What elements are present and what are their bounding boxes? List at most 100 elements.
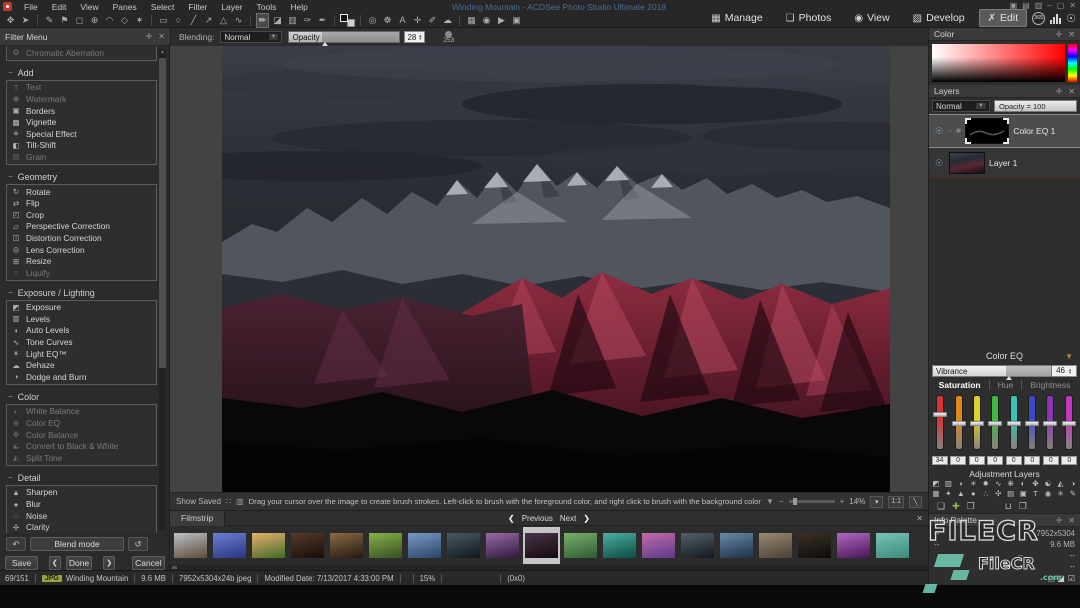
arrow-tool-icon[interactable]: ↗: [202, 14, 215, 27]
next-image-button[interactable]: ❯: [103, 556, 115, 570]
pencil-tool-icon[interactable]: ✎: [43, 14, 56, 27]
slider-value-4[interactable]: 0: [987, 456, 1004, 465]
add-adjustment-layer-icon[interactable]: ✚: [952, 501, 960, 512]
marquee-tool-icon[interactable]: ◻: [73, 14, 86, 27]
layer-opacity-slider[interactable]: Opacity = 100: [994, 100, 1077, 112]
clone-stamp-tool-icon[interactable]: ✒: [316, 14, 329, 27]
zoom-dropdown-button[interactable]: ▾: [870, 495, 884, 508]
filmstrip-scroll-thumb[interactable]: [172, 566, 177, 569]
adjustment-layer-icon[interactable]: ▣: [1018, 489, 1029, 499]
adjustment-layer-icon[interactable]: ◭: [1055, 479, 1066, 489]
info-check-icon[interactable]: ☑: [1068, 574, 1075, 583]
filter-noise[interactable]: ∴ Noise: [7, 510, 156, 522]
menu-tools[interactable]: Tools: [250, 2, 284, 12]
slider-value-5[interactable]: 0: [1005, 456, 1022, 465]
filmstrip-thumbnail-4[interactable]: [289, 527, 326, 564]
adjustment-layer-icon[interactable]: ∴: [980, 489, 991, 499]
adjustment-layer-icon[interactable]: T: [1030, 489, 1041, 499]
adjustment-layer-icon[interactable]: ▥: [943, 479, 954, 489]
eraser-tool-icon[interactable]: ◪: [271, 14, 284, 27]
filter-special-effect[interactable]: ✳ Special Effect: [7, 128, 156, 140]
layer-row-color-eq[interactable]: ☉ ▫ ❋ Color EQ 1: [929, 114, 1080, 148]
flag-tool-icon[interactable]: ⚑: [58, 14, 71, 27]
background-color-swatch[interactable]: [347, 19, 355, 27]
info-swatch-icon[interactable]: ◻: [1048, 574, 1055, 583]
filter-convert-to-black-white[interactable]: ☯ Convert to Black & White: [7, 440, 156, 452]
menu-panes[interactable]: Panes: [106, 2, 144, 12]
slider-handle[interactable]: [1043, 421, 1058, 427]
collapse-icon[interactable]: −: [8, 392, 13, 401]
filter-lens-correction[interactable]: ◎ Lens Correction: [7, 244, 156, 256]
filmstrip-tab[interactable]: Filmstrip: [170, 510, 226, 526]
zoom-menu-icon[interactable]: ▼: [766, 497, 774, 506]
menu-select[interactable]: Select: [144, 2, 182, 12]
color-panel-header[interactable]: Color ✛ ✕: [929, 28, 1080, 41]
menu-filter[interactable]: Filter: [181, 2, 214, 12]
slider-value-1[interactable]: 34: [931, 456, 948, 465]
filter-section-detail[interactable]: − Detail: [0, 470, 170, 485]
grid-view-tool-icon[interactable]: ▦: [465, 14, 478, 27]
adjustment-layer-icon[interactable]: ▲: [955, 489, 966, 499]
filter-vignette[interactable]: ▩ Vignette: [7, 116, 156, 128]
pin-tool-icon[interactable]: ✛: [411, 14, 424, 27]
filmstrip-thumbnail-12[interactable]: [601, 527, 638, 564]
filmstrip-thumbnail-8[interactable]: [445, 527, 482, 564]
menu-help[interactable]: Help: [283, 2, 314, 12]
collapse-icon[interactable]: −: [8, 473, 13, 482]
filmstrip-thumbnail-1[interactable]: [172, 527, 209, 564]
foreground-color-swatch[interactable]: [340, 14, 348, 22]
filmstrip-thumbnail-5[interactable]: [328, 527, 365, 564]
slider-value-6[interactable]: 0: [1024, 456, 1041, 465]
adjustment-layer-icon[interactable]: ✳: [1055, 489, 1066, 499]
mode-photos-button[interactable]: ❑ Photos: [777, 9, 841, 27]
filmstrip-thumbnail-18[interactable]: [835, 527, 872, 564]
image-canvas[interactable]: [170, 46, 928, 492]
filmstrip-thumbnail-17[interactable]: [796, 527, 833, 564]
color-swatches-icon[interactable]: [340, 14, 355, 27]
slider-value-8[interactable]: 0: [1061, 456, 1078, 465]
menu-layer[interactable]: Layer: [214, 2, 249, 12]
filter-section-geometry[interactable]: − Geometry: [0, 169, 170, 184]
cancel-button[interactable]: Cancel: [131, 556, 165, 570]
adjustment-layer-icon[interactable]: ◑: [1067, 479, 1078, 489]
next-button[interactable]: Next: [560, 514, 576, 523]
filter-flip[interactable]: ⇄ Flip: [7, 197, 156, 209]
filmstrip-close-icon[interactable]: ✕: [916, 514, 923, 523]
photo-winding-mountain[interactable]: [170, 46, 928, 492]
filter-perspective-correction[interactable]: ▱ Perspective Correction: [7, 221, 156, 233]
pin-icon[interactable]: ✛: [146, 32, 153, 41]
ellipse-tool-icon[interactable]: ○: [172, 14, 185, 27]
coloreq-slider-8[interactable]: [1061, 395, 1076, 454]
coloreq-slider-2[interactable]: [951, 395, 966, 454]
text-tool-icon[interactable]: A: [396, 14, 409, 27]
adjustment-layer-icon[interactable]: ▦: [930, 489, 941, 499]
spinner-icon[interactable]: ▲ ▼: [1068, 367, 1072, 374]
previous-button[interactable]: Previous: [522, 514, 553, 523]
slider-value-2[interactable]: 0: [950, 456, 967, 465]
magic-wand-tool-icon[interactable]: ✶: [133, 14, 146, 27]
tab-brightness[interactable]: Brightness: [1022, 380, 1078, 390]
adjustment-layer-icon[interactable]: ✣: [993, 489, 1004, 499]
filter-sharpen[interactable]: ▲ Sharpen: [7, 487, 156, 499]
vibrance-value-box[interactable]: 46 ▲ ▼: [1051, 364, 1077, 377]
adjustment-layer-icon[interactable]: ☯: [1043, 479, 1054, 489]
filmstrip-thumbnail-7[interactable]: [406, 527, 443, 564]
move-tool-icon[interactable]: ⊕: [88, 14, 101, 27]
color-saturation-picker[interactable]: [932, 44, 1065, 82]
polygon-tool-icon[interactable]: △: [217, 14, 230, 27]
pin-icon[interactable]: ✛: [1056, 516, 1063, 525]
filter-text[interactable]: T Text: [7, 82, 156, 94]
histogram-icon[interactable]: [1050, 13, 1062, 24]
close-icon[interactable]: ✕: [158, 32, 165, 41]
filter-section-add[interactable]: − Add: [0, 65, 170, 80]
filter-rotate[interactable]: ↻ Rotate: [7, 186, 156, 198]
curve-tool-icon[interactable]: ∿: [232, 14, 245, 27]
line-tool-icon[interactable]: ╱: [187, 14, 200, 27]
filmstrip-thumbnail-11[interactable]: [562, 527, 599, 564]
save-button[interactable]: Save: [5, 556, 39, 570]
filmstrip-thumbnail-13[interactable]: [640, 527, 677, 564]
zoom-in-icon[interactable]: +: [840, 497, 845, 506]
slider-handle[interactable]: [933, 411, 948, 417]
filter-color-balance[interactable]: ✤ Color Balance: [7, 429, 156, 441]
quick-view-icon[interactable]: ☉: [1066, 12, 1076, 25]
